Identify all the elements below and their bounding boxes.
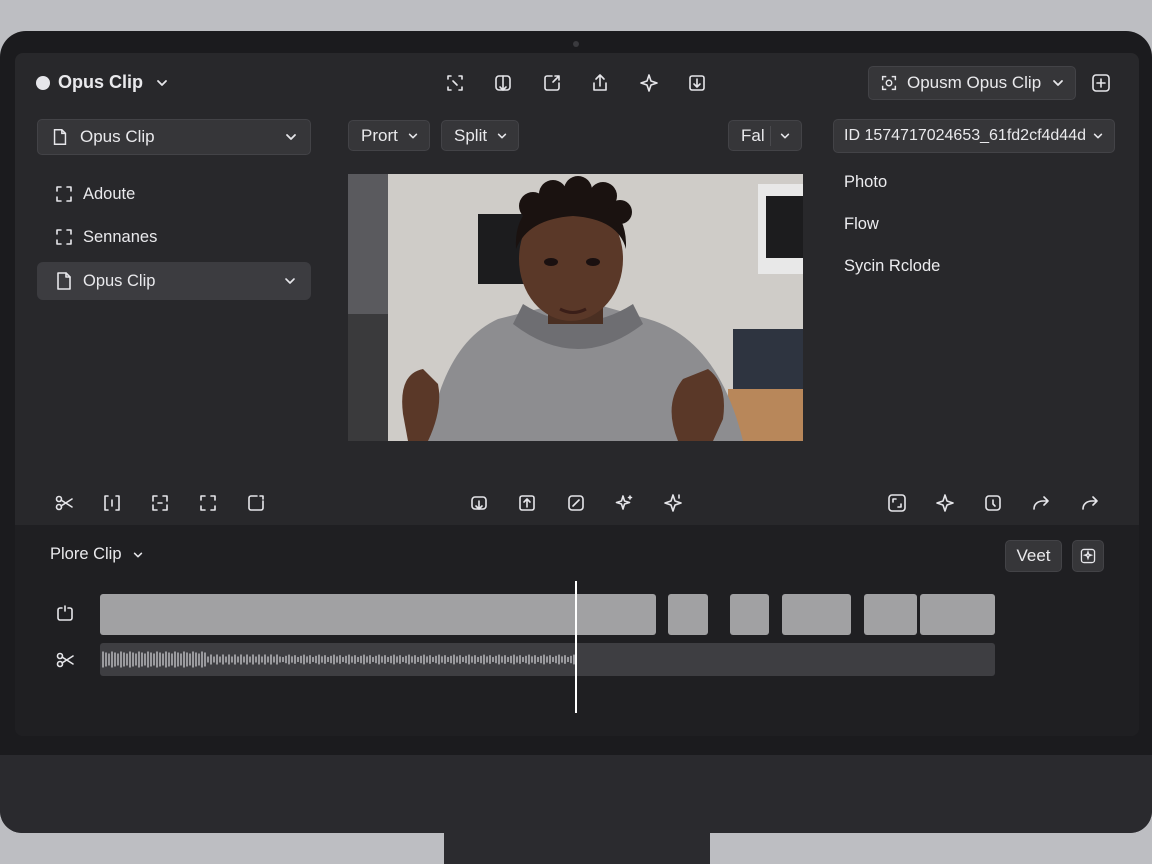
video-clip[interactable] [782,594,851,635]
chevron-down-icon [497,133,507,138]
sidebar-item-label: Adoute [83,184,136,203]
left-dropdown-label: Opus Clip [80,127,155,146]
sidebar-item-label: Opus Clip [83,271,156,290]
left-panel-dropdown[interactable]: Opus Clip [37,119,311,155]
video-clip[interactable] [864,594,917,635]
sidebar-item-adoute[interactable]: Adoute [37,175,311,213]
download-icon[interactable] [683,69,711,97]
video-clip[interactable] [100,594,656,635]
audio-waveform [102,651,575,668]
timer-icon[interactable] [979,489,1007,517]
id-dropdown[interactable]: ID 1574717024653_61fd2cf4d44d [833,119,1115,153]
share-icon[interactable] [586,69,614,97]
video-clip[interactable] [730,594,769,635]
document-icon [53,129,67,145]
chevron-down-icon [285,278,295,284]
timeline-panel: Plore Clip Veet [15,525,1139,736]
crop-frame-icon [56,186,72,202]
playhead[interactable] [575,581,577,713]
project-menu[interactable]: Opus Clip [58,72,169,93]
video-frame-image [348,174,803,441]
reframe-icon[interactable] [883,489,911,517]
sidebar-item-opus-clip[interactable]: Opus Clip [37,262,311,300]
edit-frame-icon[interactable] [538,69,566,97]
fullscreen-icon[interactable] [194,489,222,517]
magic-icon [1080,548,1096,564]
fal-label: Fal [741,125,765,145]
app-window: Opus Clip Opusm Opus Clip Opus Clip Adou… [15,53,1139,736]
video-clip[interactable] [920,594,995,635]
chevron-down-icon [133,552,142,557]
scissors-icon[interactable] [50,489,78,517]
file-export-icon[interactable] [242,489,270,517]
audio-track-icon[interactable] [51,646,79,674]
account-label: Opusm Opus Clip [907,73,1042,92]
prort-label: Prort [361,125,398,145]
upload-icon[interactable] [513,489,541,517]
split-label: Split [454,125,488,145]
focus-frame-icon [881,75,897,91]
resize-icon[interactable] [489,69,517,97]
account-dropdown[interactable]: Opusm Opus Clip [868,66,1076,100]
monitor-stand [444,830,710,864]
star-icon[interactable] [931,489,959,517]
timeline-title: Plore Clip [50,545,122,563]
ai-sparkle-icon[interactable] [659,489,687,517]
chevron-down-icon [157,79,167,86]
forward-icon[interactable] [1076,489,1104,517]
veet-button[interactable]: Veet [1005,540,1062,572]
veet-label: Veet [1016,546,1051,565]
audio-clip[interactable] [100,643,995,676]
id-label: ID 1574717024653_61fd2cf4d44d [844,127,1086,144]
right-item-photo[interactable]: Photo [844,173,887,192]
chevron-down-icon [408,133,418,138]
add-icon[interactable] [1087,69,1115,97]
crop-frame-icon [56,229,72,245]
right-item-flow[interactable]: Flow [844,215,879,234]
sparkle-icon[interactable] [635,69,663,97]
document-icon [57,272,71,290]
video-track-icon[interactable] [51,600,79,628]
monitor-chin [0,755,1152,833]
redo-icon[interactable] [1027,489,1055,517]
fal-dropdown[interactable]: Fal [728,120,802,151]
caption-icon[interactable] [465,489,493,517]
split-frame-icon[interactable] [146,489,174,517]
magic-button[interactable] [1072,540,1104,572]
sparkles-icon[interactable] [610,489,638,517]
trim-icon[interactable] [98,489,126,517]
camera-dot [573,41,579,47]
video-preview[interactable] [348,174,803,441]
right-item-sycin-rclode[interactable]: Sycin Rclode [844,257,940,276]
crop-icon[interactable] [441,69,469,97]
sidebar-item-label: Sennanes [83,227,158,246]
chevron-down-icon [1093,133,1103,139]
edit-icon[interactable] [562,489,590,517]
split-dropdown[interactable]: Split [441,120,519,151]
prort-dropdown[interactable]: Prort [348,120,430,151]
status-dot [36,76,50,90]
chevron-down-icon [780,133,790,138]
sidebar-item-sennanes[interactable]: Sennanes [37,218,311,256]
video-clip[interactable] [668,594,708,635]
timeline-clip-menu[interactable]: Plore Clip [50,545,144,564]
chevron-down-icon [1053,80,1063,86]
project-name: Opus Clip [58,72,143,92]
chevron-down-icon [286,134,296,140]
